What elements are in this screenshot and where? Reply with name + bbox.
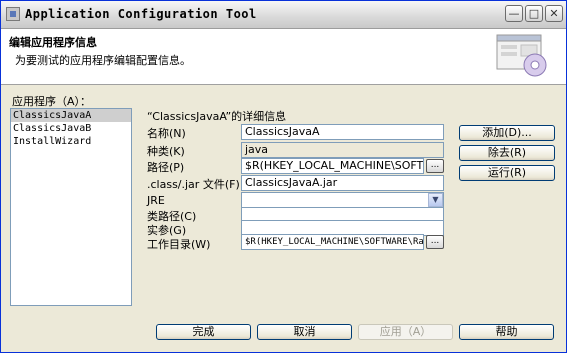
list-item-classicsjavab[interactable]: ClassicsJavaB [11, 122, 131, 135]
jar-field[interactable]: ClassicsJavaA.jar [241, 175, 444, 191]
application-list[interactable]: ClassicsJavaA ClassicsJavaB InstallWizar… [10, 108, 132, 306]
add-button[interactable]: 添加(D)... [459, 125, 555, 141]
run-button[interactable]: 运行(R) [459, 165, 555, 181]
jar-label: .class/.jar 文件(F) [147, 178, 240, 191]
workdir-browse-button[interactable]: ... [426, 235, 444, 249]
path-field[interactable]: $R(HKEY_LOCAL_MACHINE\SOFTWARE\ [241, 158, 424, 174]
title-bar[interactable]: Application Configuration Tool — □ ✕ [1, 1, 566, 29]
header-title: 编辑应用程序信息 [9, 36, 97, 49]
kind-label: 种类(K) [147, 145, 185, 158]
dialog-window: Application Configuration Tool — □ ✕ 编辑应… [0, 0, 567, 353]
details-heading: “ClassicsJavaA”的详细信息 [147, 110, 287, 123]
maximize-button[interactable]: □ [525, 5, 543, 22]
finish-button[interactable]: 完成 [156, 324, 251, 340]
workdir-label: 工作目录(W) [147, 238, 211, 251]
apps-label: 应用程序（A）： [12, 95, 92, 108]
workdir-field[interactable]: $R(HKEY_LOCAL_MACHINE\SOFTWARE\Rati [241, 234, 424, 250]
apply-button: 应用（A） [358, 324, 453, 340]
jre-label: JRE [147, 194, 165, 207]
list-item-classicsjavaa[interactable]: ClassicsJavaA [11, 109, 131, 122]
cancel-button[interactable]: 取消 [257, 324, 352, 340]
app-window-icon [6, 7, 20, 21]
chevron-down-icon[interactable]: ▼ [428, 193, 443, 207]
path-browse-button[interactable]: ... [426, 159, 444, 173]
configure-window-icon [496, 34, 547, 77]
name-label: 名称(N) [147, 127, 186, 140]
window-title: Application Configuration Tool [25, 7, 257, 21]
wizard-header: 编辑应用程序信息 为要测试的应用程序编辑配置信息。 [1, 29, 566, 85]
header-description: 为要测试的应用程序编辑配置信息。 [15, 54, 191, 67]
kind-field: java [241, 142, 444, 158]
name-field[interactable]: ClassicsJavaA [241, 124, 444, 140]
help-button[interactable]: 帮助 [459, 324, 554, 340]
close-button[interactable]: ✕ [545, 5, 563, 22]
path-label: 路径(P) [147, 161, 185, 174]
list-item-installwizard[interactable]: InstallWizard [11, 135, 131, 148]
remove-button[interactable]: 除去(R) [459, 145, 555, 161]
minimize-button[interactable]: — [505, 5, 523, 22]
jre-combo[interactable] [241, 192, 444, 208]
